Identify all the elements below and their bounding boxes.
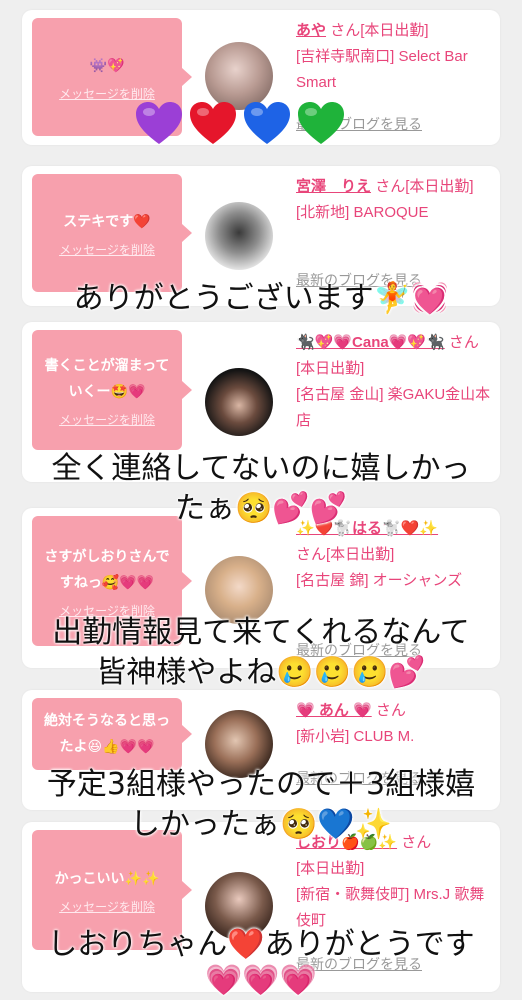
message-bubble: 書くことが溜まっていくー🤩💗 メッセージを削除 bbox=[32, 330, 192, 450]
blue-heart-icon bbox=[244, 102, 290, 144]
profile-info: あや さん[本日出勤] [吉祥寺駅南口] Select Bar Smart bbox=[296, 18, 492, 96]
red-heart-icon bbox=[190, 102, 236, 144]
overlay-caption: 全く連絡してないのに嬉しかっ bbox=[51, 451, 471, 486]
profile-location: [新宿・歌舞伎町] Mrs.J 歌舞伎町 bbox=[296, 886, 485, 929]
profile-status: さん[本日出勤] bbox=[375, 178, 474, 195]
profile-location: [新小岩] CLUB M. bbox=[296, 728, 415, 745]
profile-info: 宮澤 りえ さん[本日出勤] [北新地] BAROQUE bbox=[296, 174, 492, 226]
profile-location: [名古屋 金山] 楽GAKU金山本店 bbox=[296, 386, 491, 429]
profile-info: しおり🍎🍏✨ さん [本日出勤] [新宿・歌舞伎町] Mrs.J 歌舞伎町 bbox=[296, 830, 492, 934]
delete-message-link[interactable]: メッセージを削除 bbox=[59, 411, 155, 428]
overlay-caption: 皆神様やよね🥲🥲🥲💕 bbox=[96, 655, 426, 690]
overlay-caption: 💗💗💗 bbox=[204, 963, 318, 998]
overlay-caption: 予定3組様やったので＋3組様嬉 bbox=[46, 767, 476, 802]
profile-location: [吉祥寺駅南口] Select Bar Smart bbox=[296, 48, 468, 91]
avatar[interactable] bbox=[205, 368, 273, 436]
delete-message-link[interactable]: メッセージを削除 bbox=[59, 241, 155, 258]
message-text: 絶対そうなると思ったよ😆👍💗💗 bbox=[44, 713, 170, 755]
overlay-caption: しかったぁ🥺💙✨ bbox=[129, 807, 393, 842]
profile-status: さん bbox=[375, 702, 406, 719]
profile-name-link[interactable]: 🐈‍⬛💖💗Cana💗💖🐈‍⬛ bbox=[296, 334, 445, 351]
profile-info: 💗 あん 💗 さん [新小岩] CLUB M. bbox=[296, 698, 492, 750]
profile-status-date: [本日出勤] bbox=[296, 860, 365, 877]
overlay-caption: しおりちゃん❤️ありがとうです bbox=[47, 927, 475, 962]
message-bubble: 絶対そうなると思ったよ😆👍💗💗 bbox=[32, 698, 192, 770]
profile-location: [名古屋 錦] オーシャンズ bbox=[296, 572, 463, 589]
profile-name-link[interactable]: あや bbox=[296, 22, 326, 39]
message-bubble: ステキです❤️ メッセージを削除 bbox=[32, 174, 192, 292]
profile-status: さん[本日出勤] bbox=[296, 546, 395, 563]
message-text: 書くことが溜まっていくー🤩💗 bbox=[44, 357, 170, 400]
profile-status: さん[本日出勤] bbox=[330, 22, 429, 39]
hearts-sticker bbox=[134, 100, 346, 146]
profile-info: 🐈‍⬛💖💗Cana💗💖🐈‍⬛ さん[本日出勤] [名古屋 金山] 楽GAKU金山… bbox=[296, 330, 492, 434]
message-text: かっこいい✨✨ bbox=[54, 870, 160, 887]
avatar[interactable] bbox=[205, 202, 273, 270]
overlay-caption: たぁ🥺💕💕 bbox=[174, 491, 348, 526]
message-text: 👾💖 bbox=[89, 57, 125, 74]
green-heart-icon bbox=[298, 102, 344, 144]
overlay-caption: ありがとうございます🧚💓 bbox=[73, 281, 449, 316]
delete-message-link[interactable]: メッセージを削除 bbox=[59, 85, 155, 102]
message-text: ステキです❤️ bbox=[63, 213, 151, 230]
message-text: さすがしおりさんですねっ🥰💗💗 bbox=[44, 548, 170, 591]
delete-message-link[interactable]: メッセージを削除 bbox=[59, 898, 155, 915]
purple-heart-icon bbox=[136, 102, 182, 144]
profile-name-link[interactable]: 💗 あん 💗 bbox=[296, 702, 372, 719]
overlay-caption: 出勤情報見て来てくれるなんて bbox=[52, 615, 470, 650]
profile-name-link[interactable]: 宮澤 りえ bbox=[296, 178, 371, 195]
profile-location: [北新地] BAROQUE bbox=[296, 204, 429, 221]
